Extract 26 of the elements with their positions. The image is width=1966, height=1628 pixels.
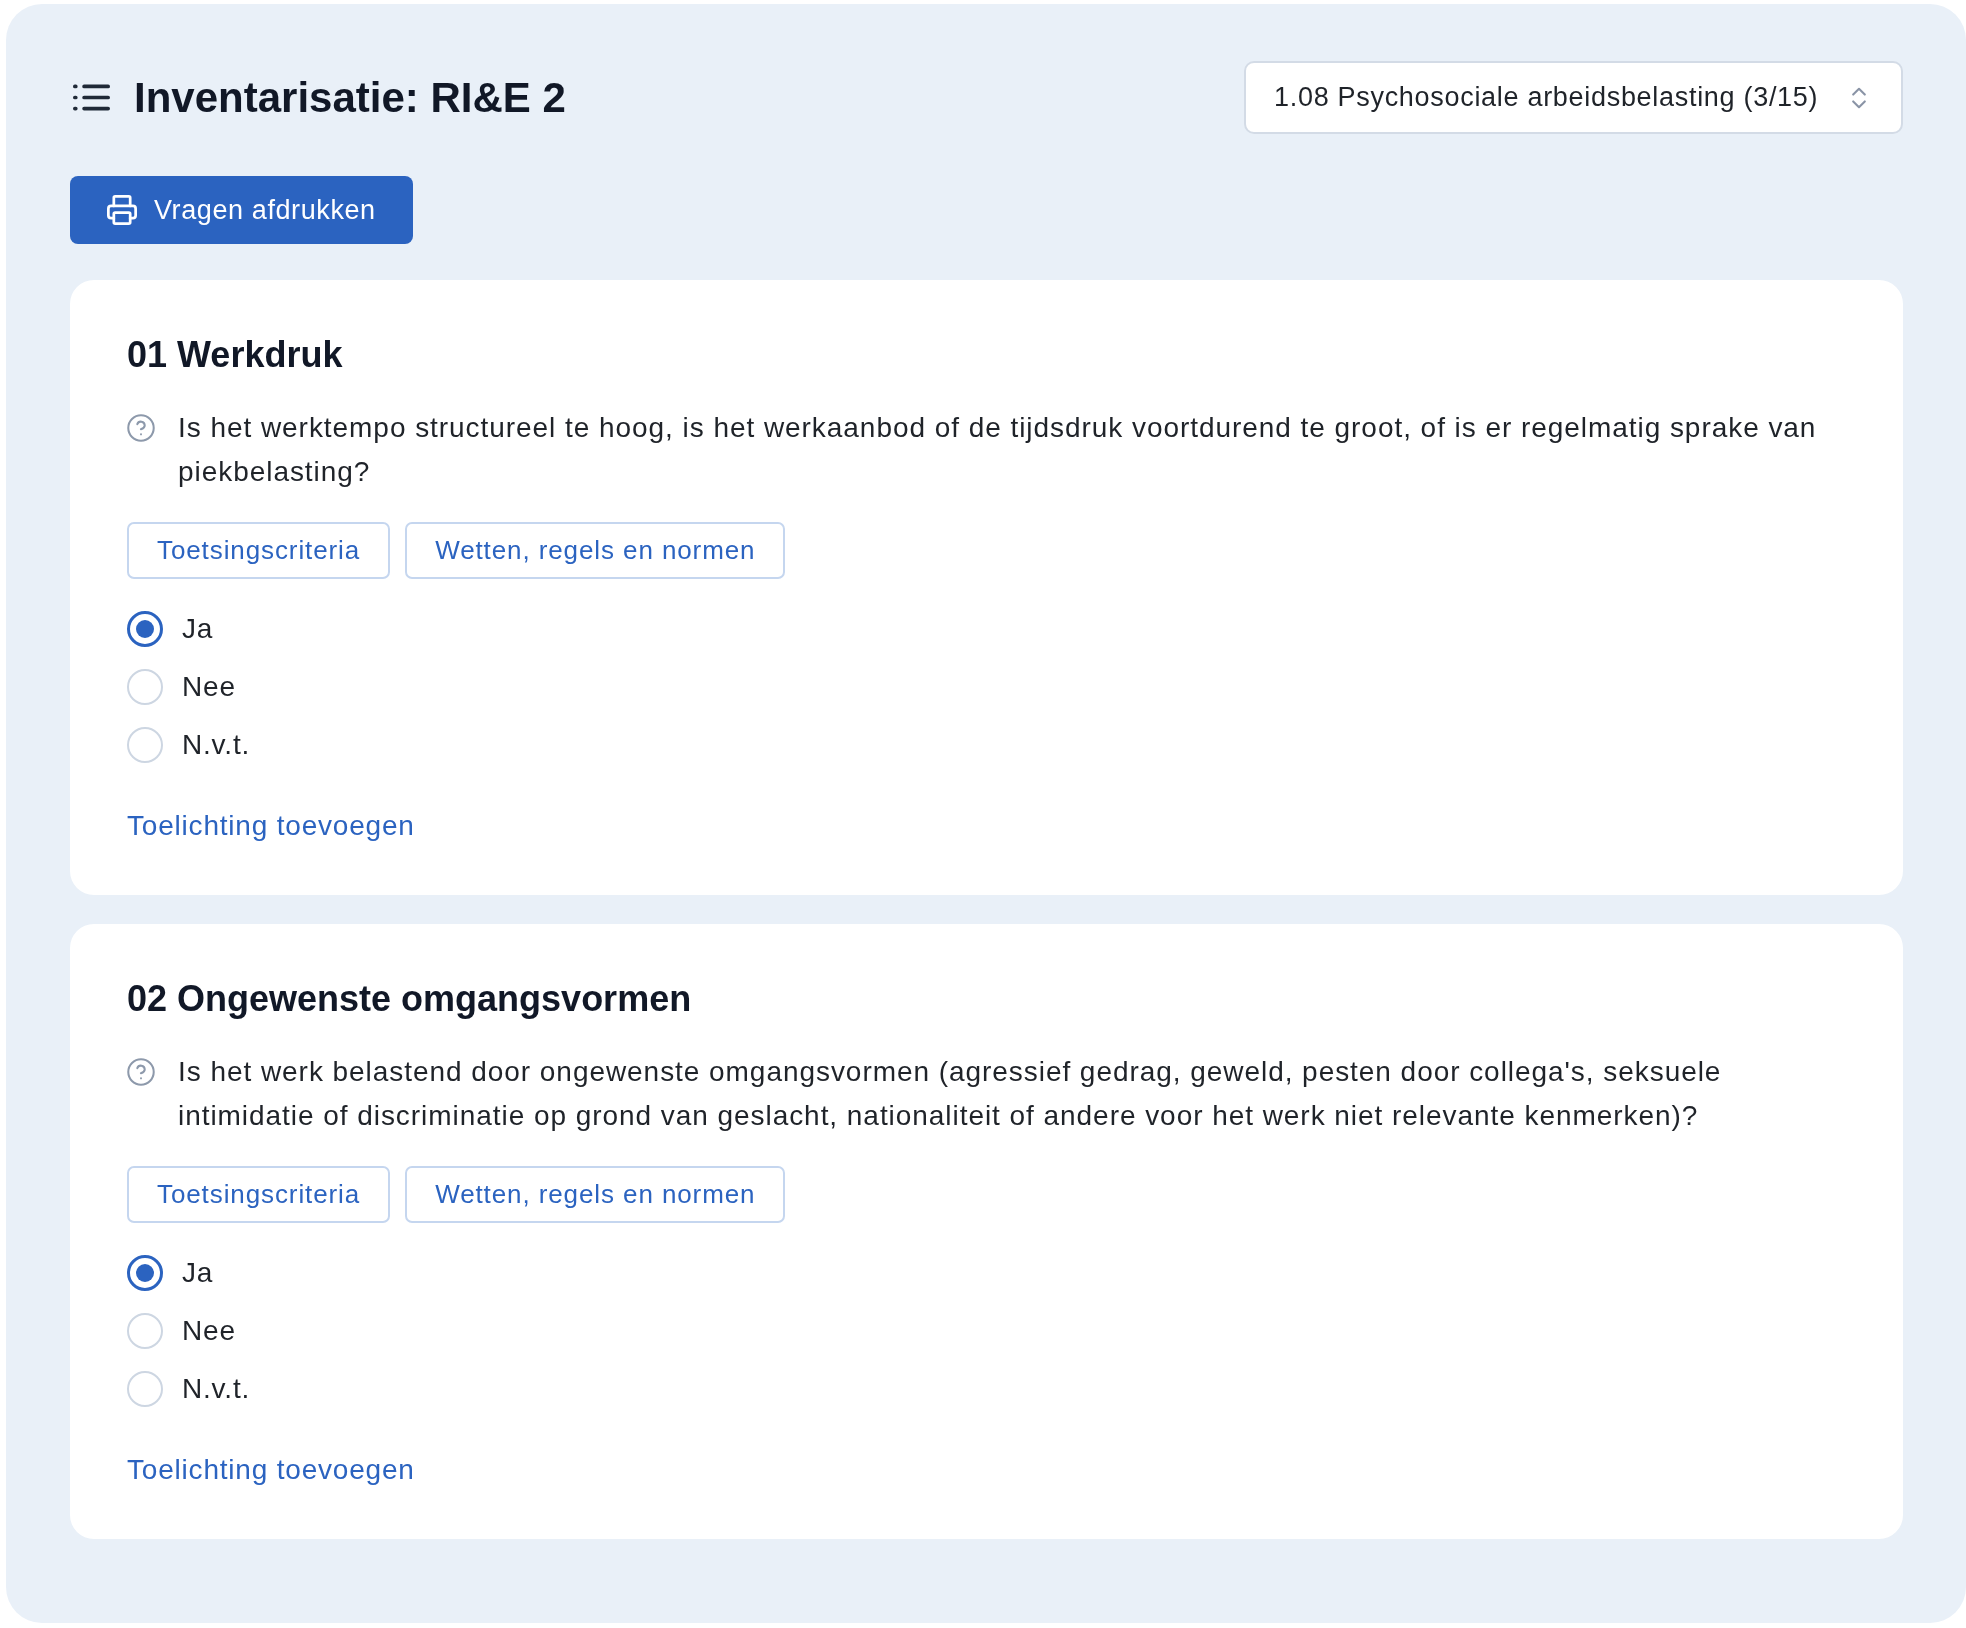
section-select[interactable]: 1.08 Psychosociale arbeidsbelasting (3/15): [1244, 61, 1903, 134]
list-icon[interactable]: [73, 84, 110, 111]
option-label[interactable]: Nee: [182, 1311, 236, 1351]
option-label[interactable]: N.v.t.: [182, 1369, 251, 1409]
option-label[interactable]: Nee: [182, 667, 236, 707]
info-button[interactable]: Toetsingscriteria: [127, 522, 391, 579]
option-label[interactable]: N.v.t.: [182, 725, 251, 765]
chevron-up-down-icon: [1852, 86, 1866, 109]
add-note-link[interactable]: Toelichting toevoegen: [127, 1450, 415, 1490]
page-title: Inventarisatie: RI&E 2: [134, 72, 566, 123]
info-button[interactable]: Toetsingscriteria: [127, 1166, 391, 1223]
info-button[interactable]: Wetten, regels en normen: [405, 1166, 786, 1223]
question-text: Is het werktempo structureel te hoog, is het werkaanbod of de tijdsdruk voortdurend te groot, of is er regelmatig sprake van piekbelasting?: [178, 411, 1818, 489]
question-text: Is het werk belastend door ongewenste omgangsvormen (agressief gedrag, geweld, pesten door collega's, seksuele intimidatie of discriminatie op grond van geslacht, nationaliteit of andere voor het werk niet relevante kenmerken)?: [178, 1055, 1723, 1133]
add-note-link[interactable]: Toelichting toevoegen: [127, 806, 415, 846]
info-button[interactable]: Wetten, regels en normen: [405, 522, 786, 579]
radio-button[interactable]: [127, 611, 163, 647]
question-title: 01 Werkdruk: [127, 333, 343, 377]
help-icon[interactable]: [127, 1058, 155, 1086]
printer-icon: [107, 195, 137, 225]
option-label[interactable]: Ja: [182, 1253, 214, 1293]
print-button[interactable]: Vragen afdrukken: [70, 176, 413, 244]
help-icon[interactable]: [127, 414, 155, 442]
radio-button[interactable]: [127, 1255, 163, 1291]
question-title: 02 Ongewenste omgangsvormen: [127, 977, 692, 1021]
option-label[interactable]: Ja: [182, 609, 214, 649]
